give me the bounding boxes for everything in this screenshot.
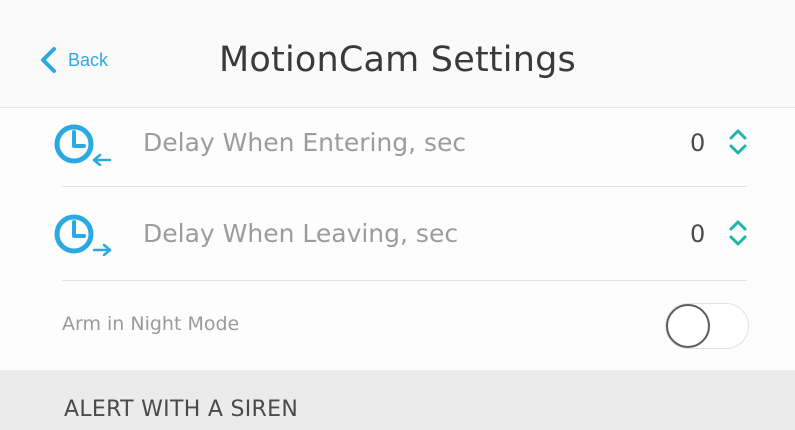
delay-leaving-stepper[interactable]	[726, 217, 750, 249]
page-title: MotionCam Settings	[219, 40, 576, 80]
night-mode-label: Arm in Night Mode	[62, 313, 240, 335]
delay-leaving-value: 0	[690, 220, 706, 248]
settings-screen: Back MotionCam Settings Delay When Enter…	[0, 0, 795, 430]
clock-arrow-out-icon	[54, 214, 112, 256]
delay-entering-label: Delay When Entering, sec	[143, 128, 467, 157]
delay-leaving-label: Delay When Leaving, sec	[143, 219, 459, 248]
delay-leaving-row[interactable]: Delay When Leaving, sec 0	[0, 188, 795, 280]
delay-entering-stepper[interactable]	[726, 126, 750, 158]
toggle-knob	[666, 304, 710, 348]
divider	[62, 186, 747, 187]
clock-arrow-in-icon	[54, 124, 112, 166]
nav-header: Back MotionCam Settings	[0, 0, 795, 108]
section-title: ALERT WITH A SIREN	[64, 397, 299, 422]
section-header: ALERT WITH A SIREN	[0, 370, 795, 430]
night-mode-toggle[interactable]	[665, 303, 749, 349]
delay-entering-row[interactable]: Delay When Entering, sec 0	[0, 108, 795, 188]
delay-entering-value: 0	[690, 129, 706, 157]
divider	[62, 280, 747, 281]
